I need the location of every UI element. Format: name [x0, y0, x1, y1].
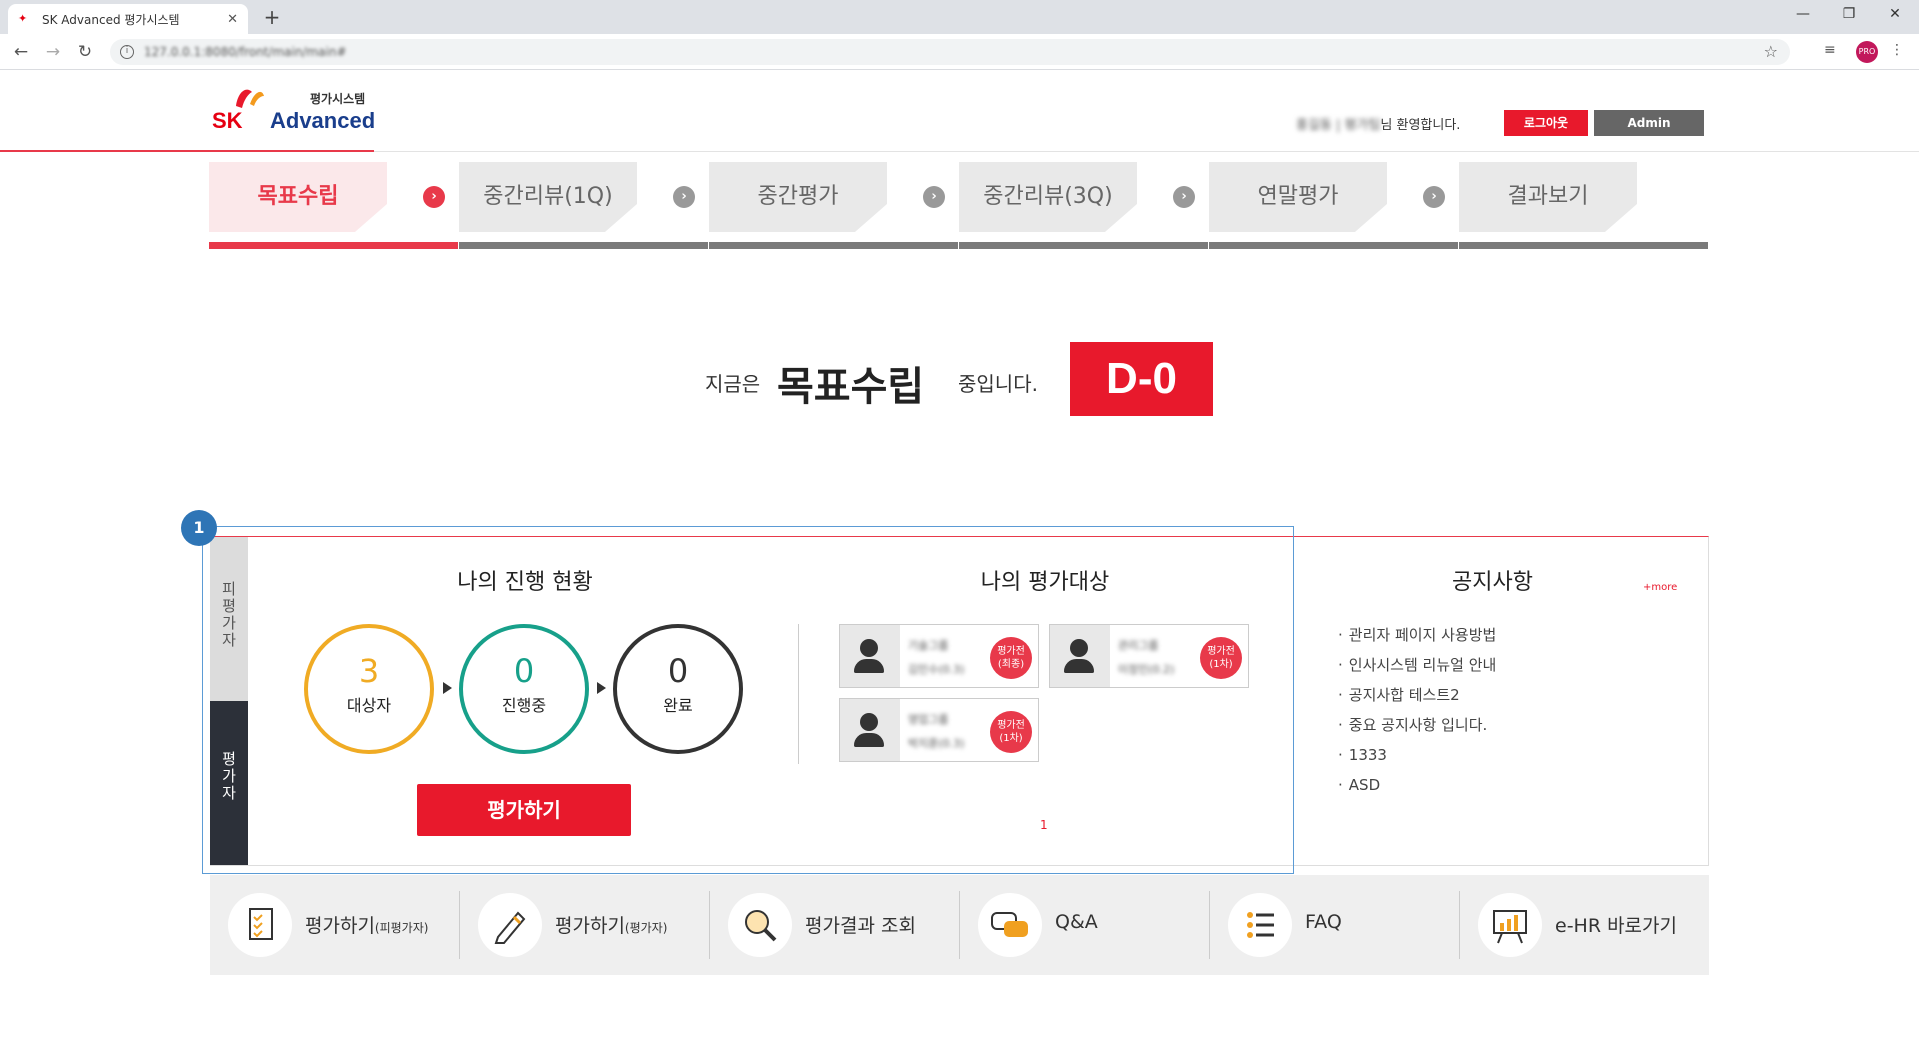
presentation-board-icon — [1478, 893, 1542, 957]
headline-suffix: 중입니다. — [958, 372, 1038, 396]
quick-label: FAQ — [1305, 911, 1342, 933]
notice-item[interactable]: 공지사합 테스트2 — [1338, 683, 1496, 713]
sk-advanced-logo[interactable]: SK Advanced 평가시스템 — [212, 82, 382, 142]
step-arrow-icon: › — [923, 186, 945, 208]
quick-evaluate-evaluator[interactable]: 평가하기(평가자) — [460, 875, 710, 975]
quick-faq[interactable]: FAQ — [1210, 875, 1460, 975]
evaluation-steps: 목표수립 › 중간리뷰(1Q) › 중간평가 › 중간리뷰(3Q) › 연말평가… — [209, 160, 1709, 250]
forward-icon[interactable]: → — [40, 40, 66, 64]
step-arrow-icon: › — [423, 186, 445, 208]
list-icon — [1228, 893, 1292, 957]
step-bar — [959, 242, 1208, 249]
chat-bubbles-icon — [978, 893, 1042, 957]
notice-item[interactable]: 중요 공지사항 입니다. — [1338, 713, 1496, 743]
admin-button[interactable]: Admin — [1594, 110, 1704, 136]
menu-kebab-icon[interactable]: ⋮ — [1890, 42, 1904, 58]
logo-sub-text: 평가시스템 — [310, 92, 366, 106]
step-label: 목표수립 — [209, 162, 387, 232]
step-bar — [209, 242, 458, 249]
quick-label: 평가하기(평가자) — [555, 915, 668, 937]
quick-qna[interactable]: Q&A — [960, 875, 1210, 975]
step-mid-evaluation[interactable]: 중간평가 › — [709, 160, 959, 250]
headline-phase: 목표수립 — [777, 364, 925, 410]
quick-results-lookup[interactable]: 평가결과 조회 — [710, 875, 960, 975]
close-tab-icon[interactable]: ✕ — [227, 12, 238, 27]
user-name: 홍길동 | 평가팀 — [1296, 118, 1381, 133]
annotation-badge: 1 — [181, 510, 217, 546]
step-bar — [709, 242, 958, 249]
notice-item[interactable]: 관리자 페이지 사용방법 — [1338, 623, 1497, 653]
quick-label: 평가결과 조회 — [805, 915, 916, 937]
step-label: 연말평가 — [1209, 162, 1387, 232]
notice-item[interactable]: ASD — [1338, 773, 1496, 803]
welcome-message: 홍길동 | 평가팀님 환영합니다. — [1296, 114, 1460, 133]
address-bar: ← → ↻ i 127.0.0.1:8080/front/main/main# … — [0, 34, 1919, 70]
site-header: SK Advanced 평가시스템 홍길동 | 평가팀님 환영합니다. 로그아웃… — [0, 70, 1919, 152]
browser-tab-bar: ✦ SK Advanced 평가시스템 ✕ + — ❐ ✕ — [0, 0, 1919, 34]
notice-item[interactable]: 인사시스템 리뉴얼 안내 — [1338, 653, 1497, 683]
quick-evaluate-evaluatee[interactable]: 평가하기(피평가자) — [210, 875, 460, 975]
logo-underline — [0, 150, 374, 152]
step-review-3q[interactable]: 중간리뷰(3Q) › — [959, 160, 1209, 250]
browser-tab-title: SK Advanced 평가시스템 — [42, 12, 180, 27]
step-label: 중간리뷰(3Q) — [959, 162, 1137, 232]
new-tab-button[interactable]: + — [260, 6, 284, 30]
notice-list: 관리자 페이지 사용방법 인사시스템 리뉴얼 안내 공지사합 테스트2 중요 공… — [1338, 623, 1497, 803]
checklist-icon — [228, 893, 292, 957]
step-results[interactable]: 결과보기 — [1459, 160, 1709, 250]
step-arrow-icon: › — [1173, 186, 1195, 208]
quick-ehr[interactable]: e-HR 바로가기 — [1460, 875, 1710, 975]
browser-tab[interactable]: ✦ SK Advanced 평가시스템 ✕ — [8, 4, 248, 34]
notice-more-link[interactable]: +more — [1643, 582, 1677, 593]
sk-favicon-icon: ✦ — [18, 12, 28, 25]
headline-prefix: 지금은 — [705, 372, 761, 396]
media-queue-icon[interactable]: ≡ — [1824, 42, 1836, 58]
step-goal-setting[interactable]: 목표수립 › — [209, 160, 459, 250]
quick-menu: 평가하기(피평가자) 평가하기(평가자) 평가결과 조회 Q&A FAQ e-H — [210, 875, 1709, 975]
step-label: 결과보기 — [1459, 162, 1637, 232]
quick-label: Q&A — [1055, 911, 1098, 933]
d-day-badge: D-0 — [1070, 342, 1213, 416]
step-review-1q[interactable]: 중간리뷰(1Q) › — [459, 160, 709, 250]
annotation-highlight-box — [202, 526, 1294, 874]
step-arrow-icon: › — [673, 186, 695, 208]
site-info-icon[interactable]: i — [120, 45, 134, 59]
logo-advanced-text: Advanced — [270, 108, 376, 133]
back-icon[interactable]: ← — [8, 40, 34, 64]
quick-label: e-HR 바로가기 — [1555, 915, 1677, 937]
minimize-icon[interactable]: — — [1780, 0, 1826, 30]
restore-icon[interactable]: ❐ — [1826, 0, 1872, 30]
step-label: 중간평가 — [709, 162, 887, 232]
notice-title: 공지사항 — [1452, 570, 1533, 595]
step-label: 중간리뷰(1Q) — [459, 162, 637, 232]
step-bar — [1459, 242, 1708, 249]
step-arrow-icon: › — [1423, 186, 1445, 208]
bookmark-star-icon[interactable]: ☆ — [1764, 42, 1778, 61]
close-window-icon[interactable]: ✕ — [1872, 0, 1918, 30]
url-field[interactable]: i 127.0.0.1:8080/front/main/main# ☆ — [110, 39, 1790, 65]
step-bar — [1209, 242, 1458, 249]
welcome-suffix: 님 환영합니다. — [1380, 118, 1461, 133]
logo-sk-text: SK — [212, 108, 243, 133]
step-bar — [459, 242, 708, 249]
reload-icon[interactable]: ↻ — [72, 40, 98, 64]
url-text: 127.0.0.1:8080/front/main/main# — [144, 45, 347, 59]
logout-button[interactable]: 로그아웃 — [1504, 110, 1588, 136]
notice-item[interactable]: 1333 — [1338, 743, 1496, 773]
step-year-end-evaluation[interactable]: 연말평가 › — [1209, 160, 1459, 250]
profile-avatar[interactable]: PRO — [1856, 41, 1878, 63]
quick-label: 평가하기(피평가자) — [305, 915, 429, 937]
magnifier-icon — [728, 893, 792, 957]
pencil-icon — [478, 893, 542, 957]
